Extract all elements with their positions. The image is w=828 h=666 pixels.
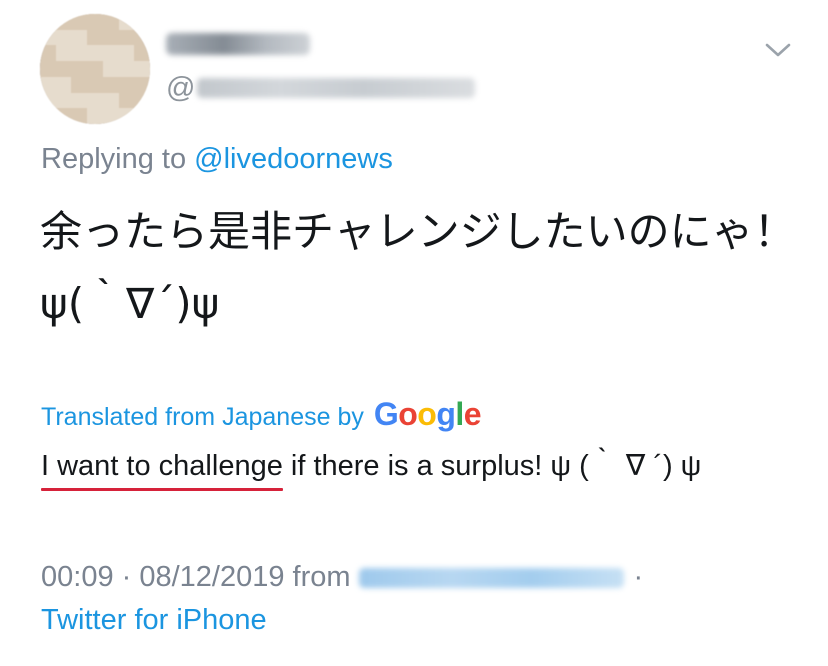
avatar-pixel bbox=[40, 76, 56, 93]
tweet-meta: 00:09 · 08/12/2019 from · bbox=[41, 561, 643, 594]
avatar-pixel bbox=[71, 61, 88, 77]
avatar-pixel bbox=[102, 14, 119, 30]
translated-label: Translated from Japanese by bbox=[41, 403, 364, 431]
avatar-pixel bbox=[102, 29, 119, 46]
display-name-redacted[interactable] bbox=[166, 33, 310, 55]
translated-text: I want to challenge if there is a surplu… bbox=[41, 442, 702, 491]
avatar-pixel bbox=[102, 108, 119, 124]
avatar-pixel bbox=[71, 29, 88, 46]
translated-attribution[interactable]: Translated from Japanese by Google bbox=[41, 396, 482, 433]
translation-highlight-text: I want to challenge bbox=[41, 450, 283, 482]
replying-to: Replying to @livedoornews bbox=[41, 143, 393, 176]
avatar-pixel bbox=[87, 76, 103, 93]
handle-redacted bbox=[197, 78, 476, 98]
avatar-pixel bbox=[71, 108, 88, 124]
google-logo: Google bbox=[373, 396, 482, 432]
avatar-pixel bbox=[134, 92, 150, 109]
location-redacted[interactable] bbox=[358, 567, 624, 588]
handle-prefix: @ bbox=[166, 71, 196, 104]
avatar-pixel bbox=[87, 108, 103, 124]
avatar-pixel bbox=[55, 45, 72, 62]
avatar-pixel bbox=[118, 76, 135, 93]
replying-label: Replying to bbox=[41, 143, 187, 175]
avatar-pixel bbox=[40, 45, 56, 62]
avatar-pixel bbox=[118, 29, 135, 46]
avatar-pixel bbox=[134, 108, 150, 124]
reply-mention-link[interactable]: @livedoornews bbox=[194, 143, 393, 175]
avatar-pixel bbox=[102, 76, 119, 93]
avatar-pixel bbox=[102, 92, 119, 109]
avatar-pixel bbox=[87, 61, 103, 77]
meta-separator: · bbox=[633, 561, 644, 593]
avatar-pixel bbox=[87, 92, 103, 109]
avatar-pixel bbox=[134, 14, 150, 30]
red-underline bbox=[41, 488, 283, 491]
avatar-pixel bbox=[134, 61, 150, 77]
avatar-pixel bbox=[40, 14, 56, 30]
avatar-pixel bbox=[40, 61, 56, 77]
avatar-pixel bbox=[118, 14, 135, 30]
avatar-pixel bbox=[71, 45, 88, 62]
translation-rest: if there is a surplus! ψ (｀ ∇ ´) ψ bbox=[282, 450, 702, 482]
tweet-text: 余ったら是非チャレンジしたいのにゃ！ ψ(｀∇´)ψ bbox=[40, 207, 796, 328]
avatar-pixel bbox=[40, 108, 56, 124]
avatar-pixel bbox=[102, 61, 119, 77]
source-client-link[interactable]: Twitter for iPhone bbox=[41, 604, 267, 637]
avatar-pixel bbox=[102, 45, 119, 62]
avatar-pixel bbox=[118, 45, 135, 62]
translation-highlight: I want to challenge bbox=[41, 450, 283, 491]
avatar-pixel bbox=[71, 92, 88, 109]
avatar-pixel bbox=[55, 108, 72, 124]
avatar-pixel bbox=[134, 29, 150, 46]
avatar-pixel bbox=[40, 92, 56, 109]
avatar-pixel bbox=[118, 92, 135, 109]
avatar-pixel bbox=[55, 92, 72, 109]
avatar-pixel bbox=[55, 76, 72, 93]
avatar-pixel bbox=[55, 29, 72, 46]
avatar-pixel bbox=[40, 29, 56, 46]
user-handle[interactable]: @ bbox=[166, 71, 476, 104]
timestamp: 00:09 · 08/12/2019 from bbox=[41, 561, 351, 593]
avatar-pixel bbox=[134, 45, 150, 62]
avatar-mosaic bbox=[40, 14, 150, 124]
avatar-pixel bbox=[71, 76, 88, 93]
avatar-pixel bbox=[87, 29, 103, 46]
avatar-pixel bbox=[118, 108, 135, 124]
chevron-down-icon[interactable] bbox=[764, 40, 792, 60]
avatar-pixel bbox=[55, 61, 72, 77]
avatar-pixel bbox=[55, 14, 72, 30]
avatar-pixel bbox=[87, 14, 103, 30]
avatar-pixel bbox=[118, 61, 135, 77]
avatar-pixel bbox=[134, 76, 150, 93]
avatar[interactable] bbox=[40, 14, 150, 124]
avatar-pixel bbox=[71, 14, 88, 30]
avatar-pixel bbox=[87, 45, 103, 62]
